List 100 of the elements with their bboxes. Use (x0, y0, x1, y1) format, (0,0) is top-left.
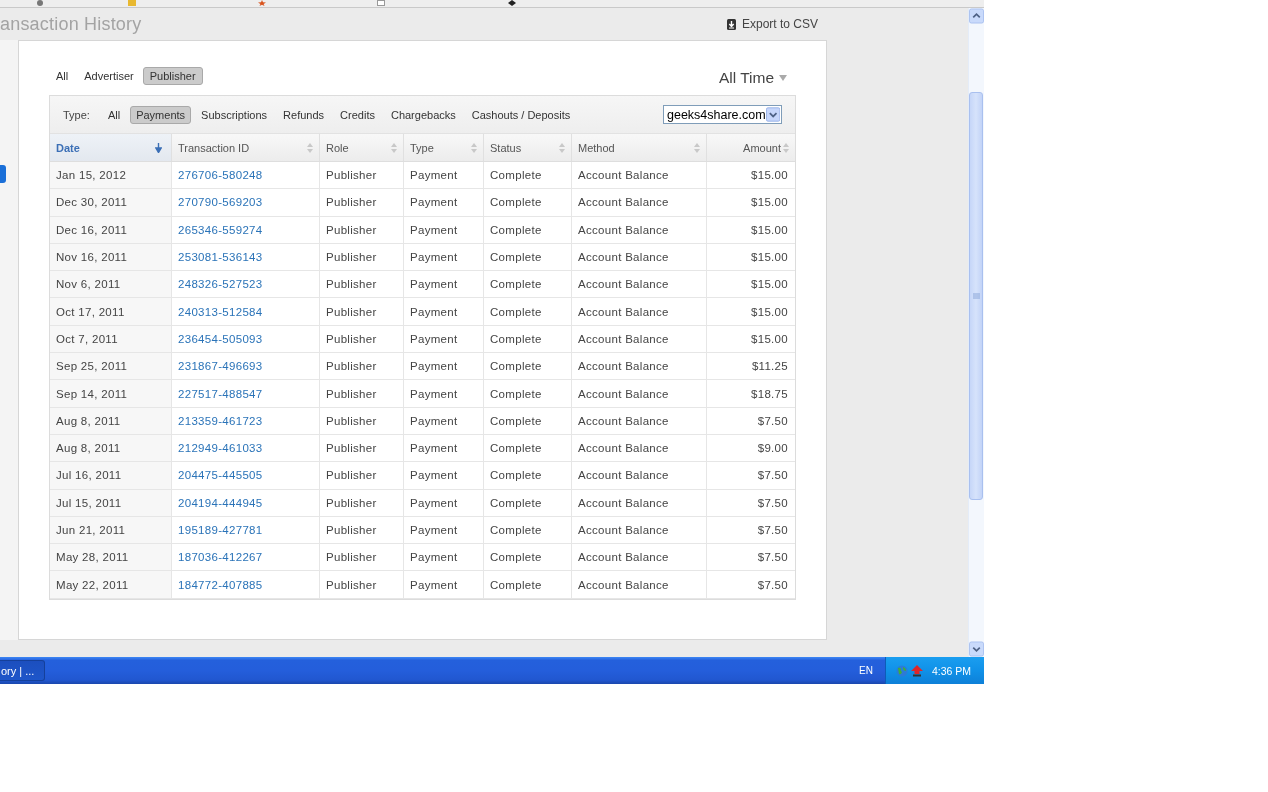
table-cell: Publisher (320, 434, 404, 463)
table-cell: Publisher (320, 271, 404, 299)
table-cell: Complete (484, 298, 572, 326)
site-select[interactable]: geeks4share.com (663, 105, 782, 124)
type-label: Type: (63, 108, 90, 121)
table-cell: Complete (484, 489, 572, 517)
table-cell: Complete (484, 271, 572, 299)
table-cell: $7.50 (707, 407, 795, 435)
table-cell: Payment (404, 243, 484, 272)
transaction-link[interactable]: 184772-407885 (178, 578, 263, 591)
transaction-link[interactable]: 212949-461033 (178, 442, 263, 455)
transaction-link[interactable]: 187036-412267 (178, 551, 263, 564)
sidebar-button[interactable] (0, 165, 6, 183)
table-cell: Account Balance (572, 516, 707, 545)
table-cell: Complete (484, 516, 572, 545)
transaction-link[interactable]: 236454-505093 (178, 332, 263, 345)
table-cell: Oct 17, 2011 (50, 298, 172, 326)
transaction-link[interactable]: 270790-569203 (178, 196, 263, 209)
arrow-icon[interactable] (910, 664, 924, 677)
table-cell: $11.25 (707, 353, 795, 381)
scroll-down-button[interactable] (969, 641, 984, 657)
table-cell: Publisher (320, 353, 404, 381)
table-cell: Oct 7, 2011 (50, 325, 172, 354)
language-indicator[interactable]: EN (859, 665, 873, 676)
column-header[interactable]: Transaction ID (172, 134, 320, 161)
column-header[interactable]: Role (320, 134, 404, 161)
table-cell: Payment (404, 353, 484, 381)
table-cell: Jan 15, 2012 (50, 162, 172, 190)
table-cell: Sep 25, 2011 (50, 353, 172, 381)
circle-icon[interactable] (36, 0, 44, 6)
table-cell: Account Balance (572, 544, 707, 572)
role-tab[interactable]: Advertiser (77, 67, 141, 85)
transaction-link[interactable]: 204475-445505 (178, 469, 263, 482)
table-cell: Payment (404, 544, 484, 572)
transaction-link[interactable]: 248326-527523 (178, 278, 263, 291)
export-link[interactable]: Export to CSV (726, 17, 818, 31)
scroll-up-button[interactable] (969, 8, 984, 24)
table-cell: Complete (484, 407, 572, 435)
column-header[interactable]: Date (50, 134, 172, 161)
table-cell: Sep 14, 2011 (50, 380, 172, 408)
table-cell: Payment (404, 434, 484, 463)
transaction-link[interactable]: 231867-496693 (178, 360, 263, 373)
type-filter-tab[interactable]: Chargebacks (384, 105, 462, 124)
table-cell: $15.00 (707, 162, 795, 190)
table-cell: Payment (404, 162, 484, 190)
type-filter-tab[interactable]: Cashouts / Deposits (465, 105, 577, 124)
table-cell: Publisher (320, 243, 404, 272)
type-filter-tab[interactable]: All (101, 105, 127, 124)
transaction-link[interactable]: 204194-444945 (178, 496, 263, 509)
period-menu[interactable]: All Time (718, 68, 796, 88)
table-cell: Complete (484, 380, 572, 408)
star-icon[interactable] (258, 0, 266, 6)
table-cell: Payment (404, 462, 484, 490)
table-cell: Publisher (320, 189, 404, 217)
table-cell: Complete (484, 544, 572, 572)
table-cell: $9.00 (707, 434, 795, 463)
table-cell: Publisher (320, 162, 404, 190)
table-cell: Jul 16, 2011 (50, 462, 172, 490)
table-cell: Account Balance (572, 571, 707, 599)
transaction-link[interactable]: 227517-488547 (178, 387, 263, 400)
table-cell: Account Balance (572, 162, 707, 190)
table-cell: Aug 8, 2011 (50, 434, 172, 463)
table-cell: Payment (404, 189, 484, 217)
role-tab[interactable]: Publisher (142, 67, 203, 85)
table-cell: Publisher (320, 516, 404, 545)
column-header[interactable]: Method (572, 134, 707, 161)
table-cell: Publisher (320, 571, 404, 599)
column-header[interactable]: Status (484, 134, 572, 161)
diamond-icon[interactable] (508, 0, 516, 6)
column-header[interactable]: Type (404, 134, 484, 161)
table-cell: Payment (404, 516, 484, 545)
clock: 4:36 PM (932, 664, 972, 677)
caret-icon (779, 75, 787, 81)
scroll-thumb[interactable] (969, 92, 983, 500)
table-cell: $15.00 (707, 325, 795, 354)
transaction-link[interactable]: 213359-461723 (178, 414, 263, 427)
taskbar-window-button[interactable]: ory | ... (0, 660, 45, 681)
table-cell: Publisher (320, 407, 404, 435)
table-cell: Complete (484, 353, 572, 381)
table-cell: Publisher (320, 325, 404, 354)
table-cell: Complete (484, 189, 572, 217)
transaction-link[interactable]: 253081-536143 (178, 251, 263, 264)
table-cell: May 22, 2011 (50, 571, 172, 599)
type-filter-tab[interactable]: Payments (130, 105, 192, 124)
table-cell: Account Balance (572, 325, 707, 354)
role-tab[interactable]: All (49, 67, 76, 85)
transaction-link[interactable]: 265346-559274 (178, 223, 263, 236)
page-icon[interactable] (377, 0, 385, 6)
transaction-link[interactable]: 195189-427781 (178, 524, 263, 536)
page-title: ansaction History (0, 13, 142, 35)
transaction-link[interactable]: 276706-580248 (178, 169, 263, 182)
type-filter-tab[interactable]: Credits (334, 105, 381, 124)
type-filter-tab[interactable]: Subscriptions (195, 105, 274, 124)
transaction-link[interactable]: 240313-512584 (178, 305, 263, 318)
table-cell: $15.00 (707, 298, 795, 326)
table-cell: Account Balance (572, 489, 707, 517)
table-cell: Dec 30, 2011 (50, 189, 172, 217)
table-cell: $15.00 (707, 243, 795, 272)
type-filter-tab[interactable]: Refunds (277, 105, 331, 124)
column-header[interactable]: Amount (707, 134, 795, 161)
